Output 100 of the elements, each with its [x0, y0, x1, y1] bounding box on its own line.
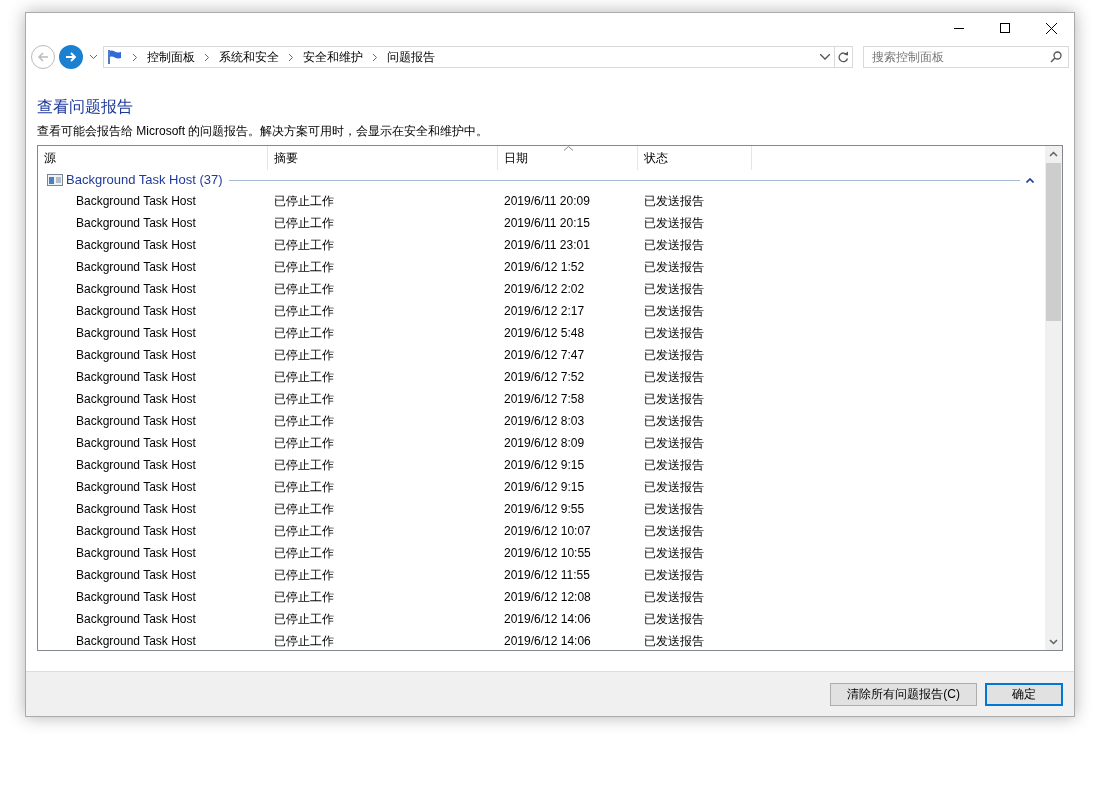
refresh-icon[interactable]	[838, 51, 849, 63]
source-cell-text: Background Task Host	[75, 281, 197, 298]
date-cell-text: 2019/6/12 11:55	[503, 567, 591, 584]
chevron-down-icon	[89, 55, 97, 59]
source-cell-text: Background Task Host	[75, 413, 197, 430]
date-cell-text: 2019/6/12 5:48	[503, 325, 586, 342]
summary-cell-text: 已停止工作	[273, 501, 335, 518]
search-field[interactable]: 搜索控制面板	[863, 46, 1069, 68]
summary-cell-text: 已停止工作	[273, 193, 335, 210]
minimize-icon	[954, 27, 964, 29]
column-header[interactable]: 状态	[638, 146, 752, 170]
vertical-scrollbar[interactable]	[1045, 146, 1062, 650]
address-bar[interactable]: 控制面板 系统和安全 安全和维护 问题报告	[103, 46, 853, 68]
forward-button[interactable]	[59, 45, 83, 69]
date-cell-text: 2019/6/12 7:58	[503, 391, 586, 408]
status-cell-text: 已发送报告	[643, 567, 705, 584]
summary-cell-text: 已停止工作	[273, 369, 335, 386]
date-cell-text: 2019/6/12 1:52	[503, 259, 586, 276]
date-cell-text: 2019/6/11 23:01	[503, 237, 591, 254]
status-cell-text: 已发送报告	[643, 215, 705, 232]
date-cell-text: 2019/6/12 8:09	[503, 435, 586, 452]
date-cell-text: 2019/6/12 9:15	[503, 479, 586, 496]
source-cell-text: Background Task Host	[75, 369, 197, 386]
summary-cell-text: 已停止工作	[273, 545, 335, 562]
status-cell-text: 已发送报告	[643, 633, 705, 650]
column-header[interactable]: 源	[38, 146, 268, 170]
source-cell-text: Background Task Host	[75, 567, 197, 584]
summary-cell-text: 已停止工作	[273, 413, 335, 430]
scrollbar-thumb[interactable]	[1046, 163, 1061, 321]
summary-cell-text: 已停止工作	[273, 347, 335, 364]
source-cell-text: Background Task Host	[75, 457, 197, 474]
date-cell-text: 2019/6/12 10:55	[503, 545, 592, 562]
column-header[interactable]: 日期	[498, 146, 638, 170]
status-cell-text: 已发送报告	[643, 479, 705, 496]
source-cell-text: Background Task Host	[75, 545, 197, 562]
chevron-right-icon	[373, 53, 377, 61]
summary-cell-text: 已停止工作	[273, 589, 335, 606]
source-cell-text: Background Task Host	[75, 435, 197, 452]
summary-cell-text: 已停止工作	[273, 281, 335, 298]
summary-cell-text: 已停止工作	[273, 457, 335, 474]
status-cell-text: 已发送报告	[643, 523, 705, 540]
chevron-right-icon	[289, 53, 293, 61]
summary-cell-text: 已停止工作	[273, 435, 335, 452]
date-cell-text: 2019/6/12 9:15	[503, 457, 586, 474]
date-cell-text: 2019/6/12 14:06	[503, 611, 592, 628]
dialog-button[interactable]: 确定	[985, 682, 1063, 706]
summary-cell-text: 已停止工作	[273, 325, 335, 342]
source-cell-text: Background Task Host	[75, 479, 197, 496]
breadcrumb-item[interactable]: 安全和维护	[303, 48, 363, 66]
description-text: 查看可能会报告给 Microsoft 的问题报告。解决方案可用时，会显示在安全和维护中。	[37, 123, 490, 140]
date-cell-text: 2019/6/12 7:52	[503, 369, 586, 386]
collapse-icon[interactable]	[1026, 177, 1034, 183]
date-cell-text: 2019/6/11 20:09	[503, 193, 591, 210]
status-cell-text: 已发送报告	[643, 369, 705, 386]
application-icon	[47, 174, 63, 186]
status-cell-text: 已发送报告	[643, 413, 705, 430]
page-heading: 查看问题报告	[37, 97, 134, 117]
group-header[interactable]: Background Task Host (37)	[66, 170, 223, 190]
search-icon	[1050, 51, 1062, 63]
breadcrumb-item[interactable]: 系统和安全	[219, 48, 279, 66]
status-cell-text: 已发送报告	[643, 281, 705, 298]
source-cell-text: Background Task Host	[75, 237, 197, 254]
forward-arrow-icon	[65, 52, 77, 62]
source-cell-text: Background Task Host	[75, 523, 197, 540]
date-cell-text: 2019/6/12 2:17	[503, 303, 586, 320]
date-cell-text: 2019/6/12 9:55	[503, 501, 586, 518]
summary-cell-text: 已停止工作	[273, 215, 335, 232]
column-header[interactable]: 摘要	[268, 146, 498, 170]
dialog-button[interactable]: 清除所有问题报告(C)	[830, 682, 977, 706]
status-cell-text: 已发送报告	[643, 589, 705, 606]
summary-cell-text: 已停止工作	[273, 611, 335, 628]
breadcrumb-item[interactable]: 控制面板	[147, 48, 195, 66]
summary-cell-text: 已停止工作	[273, 633, 335, 650]
status-cell-text: 已发送报告	[643, 325, 705, 342]
source-cell-text: Background Task Host	[75, 633, 197, 650]
status-cell-text: 已发送报告	[643, 391, 705, 408]
summary-cell-text: 已停止工作	[273, 479, 335, 496]
status-cell-text: 已发送报告	[643, 457, 705, 474]
date-cell-text: 2019/6/12 10:07	[503, 523, 592, 540]
status-cell-text: 已发送报告	[643, 347, 705, 364]
status-cell-text: 已发送报告	[643, 259, 705, 276]
status-cell-text: 已发送报告	[643, 237, 705, 254]
chevron-down-icon[interactable]	[820, 54, 830, 60]
status-cell-text: 已发送报告	[643, 435, 705, 452]
summary-cell-text: 已停止工作	[273, 237, 335, 254]
status-cell-text: 已发送报告	[643, 303, 705, 320]
source-cell-text: Background Task Host	[75, 193, 197, 210]
source-cell-text: Background Task Host	[75, 303, 197, 320]
chevron-right-icon	[205, 53, 209, 61]
date-cell-text: 2019/6/12 14:06	[503, 633, 592, 650]
breadcrumb-item[interactable]: 问题报告	[387, 48, 435, 66]
chevron-right-icon	[133, 53, 137, 61]
date-cell-text: 2019/6/11 20:15	[503, 215, 591, 232]
summary-cell-text: 已停止工作	[273, 259, 335, 276]
summary-cell-text: 已停止工作	[273, 523, 335, 540]
date-cell-text: 2019/6/12 12:08	[503, 589, 592, 606]
source-cell-text: Background Task Host	[75, 215, 197, 232]
source-cell-text: Background Task Host	[75, 259, 197, 276]
status-cell-text: 已发送报告	[643, 501, 705, 518]
status-cell-text: 已发送报告	[643, 545, 705, 562]
